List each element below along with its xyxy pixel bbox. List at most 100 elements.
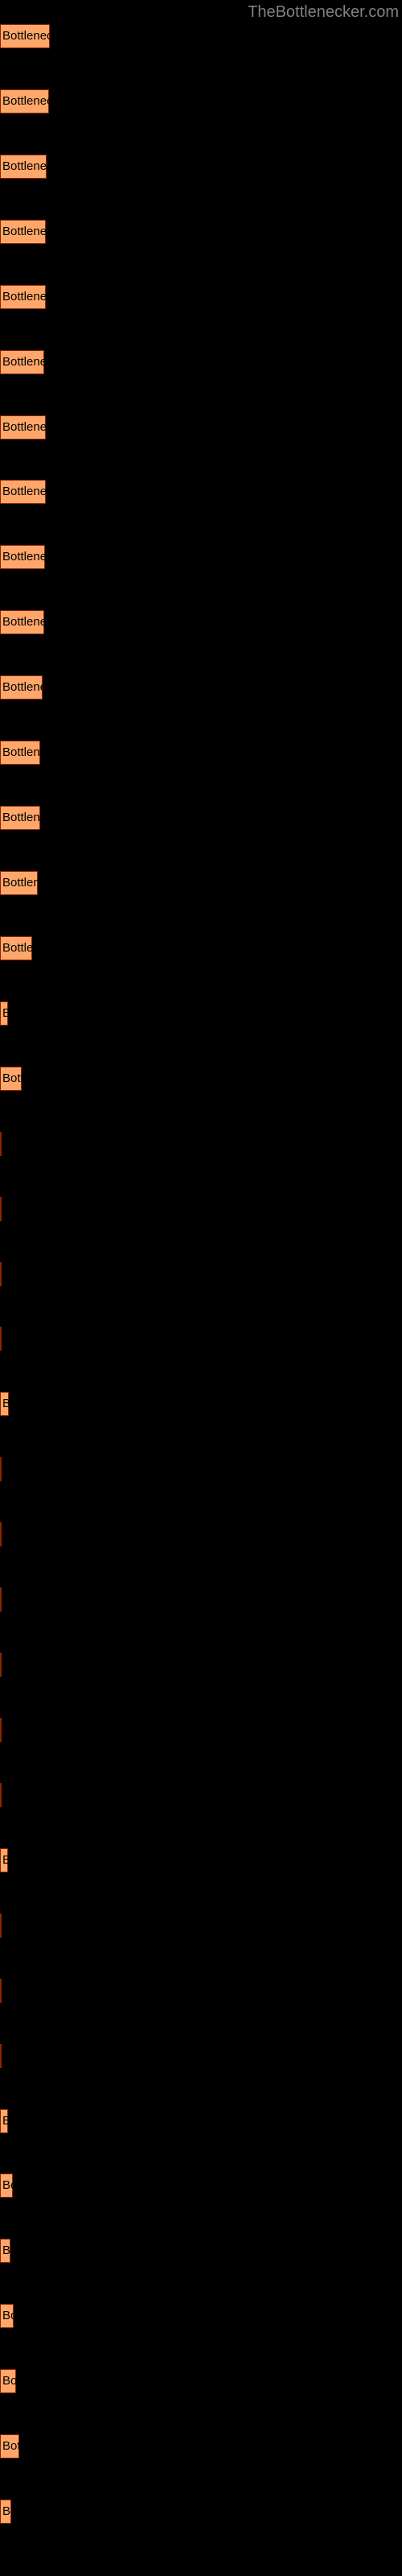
bar-label-clip: Bottleneck result [0,1387,9,1421]
bar-row: Bottleneck result [0,2104,402,2138]
bar-row: Bottleneck result [0,1648,402,1682]
bar-row: Bottleneck result [0,280,402,314]
bar-label-clip: Bottleneck result [0,215,46,249]
bar-label: Bottleneck result [2,2504,11,2519]
bar-label: Bottleneck result [2,2178,13,2193]
bar-row: Bottleneck result [0,605,402,639]
bar[interactable] [0,1131,2,1156]
bar-row: Bottleneck result [0,475,402,509]
bar-label-clip: Bottleneck result [0,605,44,639]
bar-label-clip: Bottleneck result [0,411,46,444]
bar-label: Bottleneck result [2,615,44,630]
bar-row: Bottleneck result [0,1192,402,1226]
bar[interactable] [0,1913,2,1938]
bar-label-clip: Bottleneck result [0,2364,16,2398]
bar-row: Bottleneck result [0,215,402,249]
bar-label: Bottleneck result [2,224,46,238]
bar-row: Bottleneck result [0,1127,402,1161]
bar-row: Bottleneck result [0,2299,402,2333]
bar-label: Bottleneck result [2,680,43,695]
bar-row: Bottleneck result [0,85,402,118]
bar[interactable] [0,1327,2,1352]
chart-root: TheBottlenecker.com Bottleneck resultBot… [0,0,402,2576]
bar-row: Bottleneck result [0,150,402,184]
bar-label: Bottleneck result [2,1005,8,1020]
bar-label-clip: Bottleneck result [0,2104,8,2138]
bar-row: Bottleneck result [0,411,402,444]
bar-label: Bottleneck result [2,876,38,890]
bar-label: Bottleneck result [2,2309,14,2323]
bar-chart-plot-area: Bottleneck result Bottleneck result Bottle… [0,0,402,2576]
bar-label-clip: Bottleneck result [0,2169,13,2202]
bar-label: Bottleneck result [2,2374,16,2388]
bar-row: Bottleneck result [0,2364,402,2398]
bar-label: Bottleneck result [2,1397,9,1411]
bar-row: Bottleneck result [0,1257,402,1291]
bar[interactable] [0,1196,2,1221]
bar[interactable] [0,2043,2,2068]
bar-row: Bottleneck result [0,1322,402,1356]
bar-row: Bottleneck result [0,931,402,965]
bar-row: Bottleneck result [0,2169,402,2202]
bar-label: Bottleneck result [2,354,44,369]
bar-label-clip: Bottleneck result [0,19,50,53]
bar-label-clip: Bottleneck result [0,2234,10,2268]
bar-label: Bottleneck result [2,159,47,173]
bar-label-clip: Bottleneck result [0,2429,19,2463]
bar-row: Bottleneck result [0,1062,402,1096]
bar[interactable] [0,1718,2,1742]
bar-label: Bottleneck result [2,93,49,108]
bar-label: Bottleneck result [2,1071,22,1085]
bar-row: Bottleneck result [0,1452,402,1486]
bar-label-clip: Bottleneck result [0,801,40,835]
bar-label: Bottleneck result [2,2244,10,2258]
bar-label: Bottleneck result [2,289,46,303]
bar-label-clip: Bottleneck result [0,280,46,314]
bar-row: Bottleneck result [0,866,402,900]
bar-row: Bottleneck result [0,1974,402,2008]
bar-label-clip: Bottleneck result [0,997,8,1030]
bar[interactable] [0,1261,2,1286]
bar-row: Bottleneck result [0,1387,402,1421]
bar-label-clip: Bottleneck result [0,475,46,509]
bar-label-clip: Bottleneck result [0,2495,11,2529]
bar-row: Bottleneck result [0,997,402,1030]
bar-row: Bottleneck result [0,1778,402,1812]
bar-label-clip: Bottleneck result [0,931,32,965]
bar-label-clip: Bottleneck result [0,540,45,574]
bar[interactable] [0,1782,2,1807]
bar[interactable] [0,1522,2,1547]
bar-row: Bottleneck result [0,1909,402,1942]
bar-label-clip: Bottleneck result [0,736,40,770]
bar-row: Bottleneck result [0,19,402,53]
bar-label-clip: Bottleneck result [0,85,49,118]
bar-row: Bottleneck result [0,540,402,574]
bar[interactable] [0,1457,2,1482]
bar-row: Bottleneck result [0,801,402,835]
bar-label-clip: Bottleneck result [0,671,43,704]
bar-label: Bottleneck result [2,940,32,955]
bar[interactable] [0,1653,2,1678]
bar-label: Bottleneck result [2,485,46,499]
bar-label-clip: Bottleneck result [0,1062,22,1096]
bar-row: Bottleneck result [0,1713,402,1747]
bar-row: Bottleneck result [0,1517,402,1551]
bar[interactable] [0,1587,2,1612]
bar-label-clip: Bottleneck result [0,1974,1,2008]
bar-label: Bottleneck result [2,811,40,825]
bar-row: Bottleneck result [0,2429,402,2463]
bar-label: Bottleneck result [2,2113,8,2128]
bar-label: Bottleneck result [2,550,45,564]
bar-label: Bottleneck result [2,745,40,760]
bar-row: Bottleneck result [0,1583,402,1616]
bar-row: Bottleneck result [0,2495,402,2529]
bar-label-clip: Bottleneck result [0,345,44,379]
bar-row: Bottleneck result [0,736,402,770]
bar-row: Bottleneck result [0,2039,402,2073]
bar-label-clip: Bottleneck result [0,2299,14,2333]
bar-label: Bottleneck result [2,1852,8,1867]
bar-row: Bottleneck result [0,345,402,379]
bar-label-clip: Bottleneck result [0,150,47,184]
bar-label: Bottleneck result [2,2439,19,2454]
bar-label: Bottleneck result [2,29,50,43]
